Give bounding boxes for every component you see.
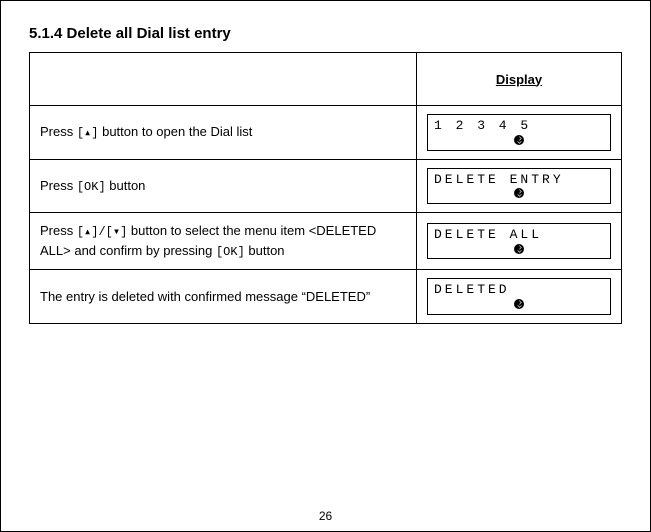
bluetooth-icon xyxy=(514,299,524,309)
text: button xyxy=(106,178,146,193)
table-row: Press [▴] button to open the Dial list 1… xyxy=(30,106,622,160)
key-ok: [OK] xyxy=(216,245,245,259)
lcd-line2 xyxy=(434,242,604,256)
lcd-line2 xyxy=(434,187,604,201)
header-blank xyxy=(30,53,417,106)
display-cell: 1 2 3 4 5 xyxy=(417,106,622,160)
key-ok: [OK] xyxy=(77,180,106,194)
lcd-screen: DELETED xyxy=(427,278,611,315)
instruction-cell: Press [▴]/[▾] button to select the menu … xyxy=(30,213,417,270)
header-display: Display xyxy=(417,53,622,106)
display-cell: DELETE ALL xyxy=(417,213,622,270)
text: The entry is deleted with confirmed mess… xyxy=(40,289,370,304)
lcd-line1: DELETE ENTRY xyxy=(434,173,604,187)
lcd-line1: 1 2 3 4 5 xyxy=(434,119,604,133)
instruction-cell: The entry is deleted with confirmed mess… xyxy=(30,270,417,324)
table-row: The entry is deleted with confirmed mess… xyxy=(30,270,622,324)
instruction-cell: Press [OK] button xyxy=(30,159,417,213)
lcd-line1: DELETED xyxy=(434,283,604,297)
text: Press xyxy=(40,124,77,139)
page-number: 26 xyxy=(1,509,650,523)
lcd-line1: DELETE ALL xyxy=(434,228,604,242)
lcd-screen: 1 2 3 4 5 xyxy=(427,114,611,151)
bluetooth-icon xyxy=(514,135,524,145)
table-row: Press [▴]/[▾] button to select the menu … xyxy=(30,213,622,270)
instruction-table: Display Press [▴] button to open the Dia… xyxy=(29,52,622,324)
text: Press xyxy=(40,223,77,238)
bluetooth-icon xyxy=(514,244,524,254)
key-up: [▴] xyxy=(77,126,99,140)
lcd-line2 xyxy=(434,133,604,147)
lcd-screen: DELETE ENTRY xyxy=(427,168,611,205)
page-frame: 5.1.4 Delete all Dial list entry Display… xyxy=(0,0,651,532)
text: button xyxy=(245,243,285,258)
lcd-line2 xyxy=(434,297,604,311)
key-updown: [▴]/[▾] xyxy=(77,225,127,239)
bluetooth-icon xyxy=(514,188,524,198)
lcd-screen: DELETE ALL xyxy=(427,223,611,260)
display-cell: DELETE ENTRY xyxy=(417,159,622,213)
table-header-row: Display xyxy=(30,53,622,106)
section-heading: 5.1.4 Delete all Dial list entry xyxy=(29,25,622,42)
text: Press xyxy=(40,178,77,193)
text: button to open the Dial list xyxy=(98,124,252,139)
table-row: Press [OK] button DELETE ENTRY xyxy=(30,159,622,213)
display-cell: DELETED xyxy=(417,270,622,324)
instruction-cell: Press [▴] button to open the Dial list xyxy=(30,106,417,160)
